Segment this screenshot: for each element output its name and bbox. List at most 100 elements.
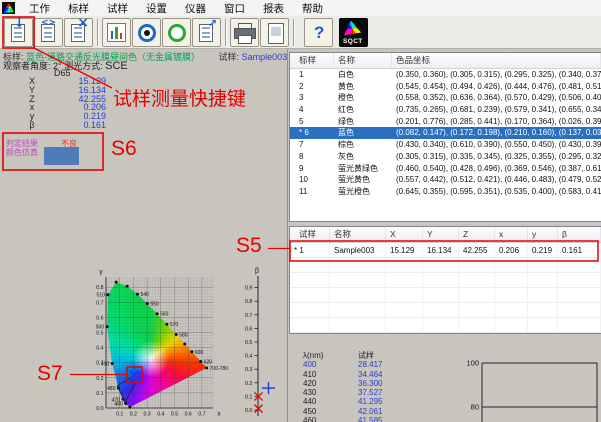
standard-id-cell: 5 [290, 116, 334, 128]
svg-text:0.1: 0.1 [245, 394, 253, 400]
arrow-down-icon: ↓ [14, 17, 25, 30]
svg-text:0.5: 0.5 [245, 340, 253, 346]
menu-item-2[interactable]: 标样 [59, 2, 98, 16]
menu-item-8[interactable]: 帮助 [293, 2, 332, 16]
color-simulation-label: 颜色仿真 [6, 147, 38, 158]
empty-cell [558, 288, 601, 303]
black-calibration-button[interactable] [132, 18, 161, 47]
table-row[interactable]: 10萤光黄色(0.557, 0.442), (0.512, 0.421), (0… [290, 174, 601, 186]
svg-text:0.8: 0.8 [96, 285, 103, 291]
svg-text:490: 490 [101, 361, 110, 367]
sample-cell: 0.161 [558, 243, 601, 258]
print-button[interactable] [230, 18, 259, 47]
empty-cell [528, 303, 558, 318]
samples-table-body: * 1Sample00315.12916.13442.2550.2060.219… [290, 243, 601, 333]
chart-view-button[interactable] [102, 18, 131, 47]
reflectance-value: 34.464 [358, 370, 382, 379]
menu-item-7[interactable]: 报表 [254, 2, 293, 16]
svg-text:0.5: 0.5 [171, 412, 178, 418]
svg-text:0.5: 0.5 [96, 331, 103, 337]
toolbar-separator [293, 19, 295, 46]
samples-header-cell: x [495, 227, 528, 242]
table-row[interactable]: 9萤光黄绿色(0.460, 0.540), (0.428, 0.496), (0… [290, 163, 601, 175]
table-row[interactable]: * 1Sample00315.12916.13442.2550.2060.219… [290, 243, 601, 258]
svg-text:570: 570 [170, 322, 179, 328]
standard-name-cell: 橙色 [334, 92, 392, 104]
empty-cell [386, 288, 423, 303]
svg-text:0.6: 0.6 [245, 326, 253, 332]
samples-header-cell: Z [459, 227, 495, 242]
black-calibration-icon [138, 24, 156, 42]
standard-coords-cell: (0.460, 0.540), (0.428, 0.496), (0.369, … [392, 163, 601, 175]
empty-table-row [290, 288, 601, 303]
empty-cell [290, 318, 330, 333]
standard-coords-cell: (0.350, 0.360), (0.305, 0.315), (0.295, … [392, 69, 601, 81]
annotation-s6: S6 [111, 137, 137, 161]
wavelength-value: 420 [303, 379, 358, 388]
standards-header-cell: 名称 [334, 53, 392, 68]
sample-cell: 42.255 [459, 243, 495, 258]
table-row[interactable]: 8灰色(0.305, 0.315), (0.335, 0.345), (0.32… [290, 151, 601, 163]
svg-text:500: 500 [96, 325, 105, 331]
table-row[interactable]: * 6蓝色(0.082, 0.147), (0.172, 0.198), (0.… [290, 127, 601, 139]
export-button[interactable]: ↗ [192, 18, 221, 47]
spectral-row: 44041.295 [303, 397, 382, 406]
delete-sample-button[interactable]: × [64, 18, 93, 47]
empty-cell [386, 303, 423, 318]
table-row[interactable]: 11萤光橙色(0.645, 0.355), (0.595, 0.351), (0… [290, 186, 601, 198]
empty-cell [423, 303, 459, 318]
measurement-settings-line: 观察者角度: 2° 测光方式: SCE [3, 59, 128, 72]
table-row[interactable]: 5绿色(0.201, 0.776), (0.285, 0.441), (0.17… [290, 116, 601, 128]
empty-table-row [290, 303, 601, 318]
svg-text:0.1: 0.1 [96, 391, 103, 397]
reflectance-value: 36.300 [358, 379, 382, 388]
measure-sample-button[interactable]: ↓ [4, 18, 33, 47]
empty-cell [459, 318, 495, 333]
empty-cell [290, 273, 330, 288]
table-row[interactable]: 3橙色(0.558, 0.352), (0.636, 0.364), (0.57… [290, 92, 601, 104]
svg-text:0.2: 0.2 [130, 412, 137, 418]
standard-coords-cell: (0.645, 0.355), (0.595, 0.351), (0.535, … [392, 186, 601, 198]
empty-cell [459, 288, 495, 303]
sample-cell: 0.206 [495, 243, 528, 258]
table-row[interactable]: 1白色(0.350, 0.360), (0.305, 0.315), (0.29… [290, 69, 601, 81]
table-row[interactable]: 7棕色(0.430, 0.340), (0.610, 0.390), (0.55… [290, 139, 601, 151]
edit-sample-button[interactable]: <> [34, 18, 63, 47]
standard-coords-cell: (0.201, 0.776), (0.285, 0.441), (0.170, … [392, 116, 601, 128]
standard-coords-cell: (0.430, 0.340), (0.610, 0.390), (0.550, … [392, 139, 601, 151]
svg-text:0.4: 0.4 [96, 346, 103, 352]
standards-header-cell: 标样 [290, 53, 334, 68]
sqct-button[interactable]: SQCT [339, 18, 368, 47]
standard-name-cell: 萤光橙色 [334, 186, 392, 198]
empty-table-row [290, 258, 601, 273]
sample-name: Sample003 [242, 52, 288, 62]
help-button[interactable]: ? [304, 18, 333, 47]
svg-text:580: 580 [179, 333, 188, 339]
standard-id-cell: * 6 [290, 127, 334, 139]
svg-text:0.3: 0.3 [245, 367, 253, 373]
svg-text:540: 540 [140, 292, 149, 298]
app-window: 工作标样试样设置仪器窗口报表帮助 ↓<>×↗?SQCT 标样: 蓝色-道路交通反… [0, 0, 601, 422]
app-logo-icon [2, 2, 15, 14]
reflectance-value: 37.527 [358, 388, 382, 397]
table-row[interactable]: 4红色(0.735, 0.265), (0.681, 0.239), (0.57… [290, 104, 601, 116]
menu-item-1[interactable]: 工作 [20, 2, 59, 16]
toolbar-separator [225, 19, 227, 46]
empty-cell [528, 258, 558, 273]
table-row[interactable]: 2黄色(0.545, 0.454), (0.494, 0.426), (0.44… [290, 81, 601, 93]
print-preview-button[interactable] [260, 18, 289, 47]
empty-cell [558, 273, 601, 288]
standard-id-cell: 3 [290, 92, 334, 104]
standard-coords-cell: (0.545, 0.454), (0.494, 0.426), (0.444, … [392, 81, 601, 93]
menu-item-3[interactable]: 试样 [98, 2, 137, 16]
standards-table-header: 标样名称色品坐标 [290, 53, 601, 69]
empty-cell [459, 303, 495, 318]
svg-text:0.6: 0.6 [96, 315, 103, 321]
standard-id-cell: 7 [290, 139, 334, 151]
toolbar-separator [97, 19, 99, 46]
menu-item-5[interactable]: 仪器 [176, 2, 215, 16]
white-calibration-button[interactable] [162, 18, 191, 47]
sample-label: 试样: [219, 52, 240, 62]
menu-item-4[interactable]: 设置 [137, 2, 176, 16]
menu-item-6[interactable]: 窗口 [215, 2, 254, 16]
